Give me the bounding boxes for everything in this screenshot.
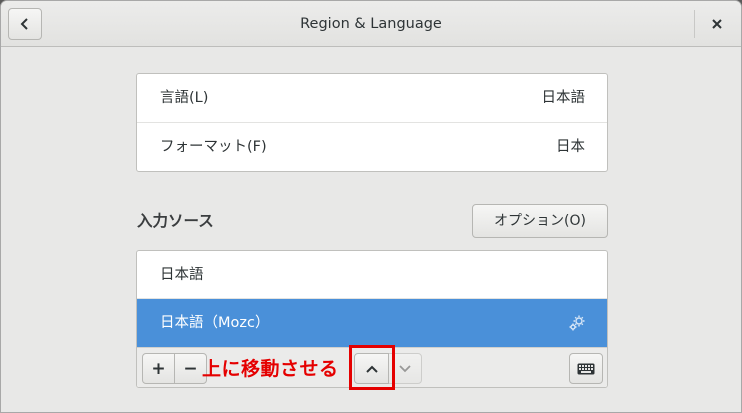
window-title: Region & Language bbox=[300, 16, 442, 32]
formats-row[interactable]: フォーマット(F) 日本 bbox=[137, 123, 607, 172]
header-bar: Region & Language bbox=[1, 1, 741, 47]
show-keyboard-layout-button[interactable] bbox=[569, 353, 603, 384]
settings-window: Region & Language 言語(L) 日本語 フォーマット(F) 日本… bbox=[0, 0, 742, 413]
chevron-down-icon bbox=[399, 364, 411, 372]
add-input-source-button[interactable]: + bbox=[142, 353, 175, 384]
close-button[interactable] bbox=[701, 9, 733, 39]
keyboard-icon bbox=[577, 363, 595, 374]
language-format-list: 言語(L) 日本語 フォーマット(F) 日本 bbox=[136, 73, 608, 172]
input-source-item[interactable]: 日本語 bbox=[137, 251, 607, 299]
language-label: 言語(L) bbox=[160, 90, 209, 106]
titlebar-separator bbox=[694, 10, 695, 38]
back-button[interactable] bbox=[8, 8, 42, 40]
chevron-left-icon bbox=[20, 18, 28, 30]
input-sources-heading: 入力ソース bbox=[137, 212, 214, 230]
close-icon bbox=[712, 19, 722, 29]
formats-value: 日本 bbox=[556, 139, 585, 155]
input-source-label: 日本語（Mozc） bbox=[160, 315, 270, 331]
language-row[interactable]: 言語(L) 日本語 bbox=[137, 74, 607, 123]
gear-icon[interactable] bbox=[567, 313, 587, 333]
formats-label: フォーマット(F) bbox=[160, 139, 267, 155]
options-button[interactable]: オプション(O) bbox=[472, 204, 608, 238]
language-value: 日本語 bbox=[541, 90, 586, 106]
annotation-highlight-box bbox=[349, 345, 395, 390]
input-source-item-selected[interactable]: 日本語（Mozc） bbox=[137, 299, 607, 347]
annotation-label: 上に移動させる bbox=[202, 358, 339, 380]
